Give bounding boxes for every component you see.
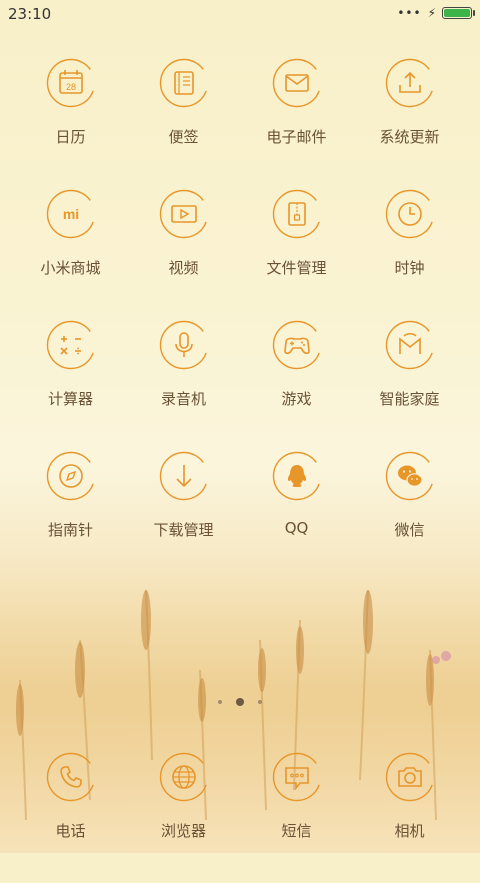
app-label: 下载管理 — [153, 521, 214, 539]
qq-icon — [272, 451, 322, 501]
app-mi-store[interactable]: mi 小米商城 — [14, 189, 127, 320]
app-label: 文件管理 — [266, 259, 327, 277]
app-compass[interactable]: 指南针 — [14, 451, 127, 582]
battery-level-fill — [444, 9, 470, 17]
app-label: 电话 — [55, 822, 86, 840]
battery-icon — [442, 7, 475, 19]
page-dot-current[interactable] — [236, 698, 244, 706]
app-label: 视频 — [168, 259, 199, 277]
app-label: 游戏 — [281, 390, 312, 408]
mail-icon — [272, 58, 322, 108]
status-time: 23:10 — [8, 5, 52, 23]
dock: 电话 浏览器 短信 相机 — [14, 752, 466, 883]
app-label: QQ — [284, 519, 309, 537]
calculator-icon — [46, 320, 96, 370]
page-dot[interactable] — [218, 700, 222, 704]
app-label: 智能家庭 — [379, 390, 440, 408]
app-camera[interactable]: 相机 — [353, 752, 466, 883]
app-video[interactable]: 视频 — [127, 189, 240, 320]
page-indicator — [0, 698, 480, 706]
wechat-icon — [385, 451, 435, 501]
app-label: 短信 — [281, 822, 312, 840]
app-update[interactable]: 系统更新 — [353, 58, 466, 189]
app-label: 计算器 — [47, 390, 93, 408]
recorder-icon — [159, 320, 209, 370]
app-label: 电子邮件 — [266, 128, 327, 146]
app-label: 浏览器 — [160, 822, 206, 840]
notification-dots-icon: ••• — [397, 6, 422, 20]
status-bar: 23:10 ••• ⚡ — [0, 0, 480, 28]
app-label: 录音机 — [160, 390, 206, 408]
app-label: 相机 — [394, 822, 425, 840]
app-file-manager[interactable]: 文件管理 — [240, 189, 353, 320]
app-gamepad[interactable]: 游戏 — [240, 320, 353, 451]
compass-icon — [46, 451, 96, 501]
app-qq[interactable]: QQ — [240, 451, 353, 582]
app-label: 时钟 — [394, 259, 425, 277]
smart-home-icon — [385, 320, 435, 370]
mi-store-icon: mi — [46, 189, 96, 239]
video-icon — [159, 189, 209, 239]
gamepad-icon — [272, 320, 322, 370]
app-calendar[interactable]: 28 日历 — [14, 58, 127, 189]
app-sms[interactable]: 短信 — [240, 752, 353, 883]
browser-icon — [159, 752, 209, 802]
file-manager-icon — [272, 189, 322, 239]
app-label: 日历 — [55, 128, 86, 146]
app-label: 微信 — [394, 521, 425, 539]
app-wechat[interactable]: 微信 — [353, 451, 466, 582]
app-calculator[interactable]: 计算器 — [14, 320, 127, 451]
page-dot[interactable] — [258, 700, 262, 704]
notes-icon — [159, 58, 209, 108]
app-download[interactable]: 下载管理 — [127, 451, 240, 582]
app-label: 指南针 — [47, 521, 93, 539]
app-notes[interactable]: 便签 — [127, 58, 240, 189]
app-label: 小米商城 — [40, 259, 101, 277]
app-clock[interactable]: 时钟 — [353, 189, 466, 320]
charging-icon: ⚡ — [427, 6, 436, 20]
status-indicators: ••• ⚡ — [397, 6, 475, 20]
app-mail[interactable]: 电子邮件 — [240, 58, 353, 189]
app-recorder[interactable]: 录音机 — [127, 320, 240, 451]
sms-icon — [272, 752, 322, 802]
app-label: 便签 — [168, 128, 199, 146]
app-grid: 28 日历 便签 电子邮件 系统更新 mi 小米商城 视频 文件管理 时钟 计算… — [14, 58, 466, 582]
app-label: 系统更新 — [379, 128, 440, 146]
update-icon — [385, 58, 435, 108]
app-smart-home[interactable]: 智能家庭 — [353, 320, 466, 451]
mi-logo: mi — [62, 206, 78, 222]
calendar-day: 28 — [65, 82, 75, 92]
app-phone[interactable]: 电话 — [14, 752, 127, 883]
download-icon — [159, 451, 209, 501]
app-browser[interactable]: 浏览器 — [127, 752, 240, 883]
clock-icon — [385, 189, 435, 239]
phone-icon — [46, 752, 96, 802]
camera-icon — [385, 752, 435, 802]
calendar-icon: 28 — [46, 58, 96, 108]
